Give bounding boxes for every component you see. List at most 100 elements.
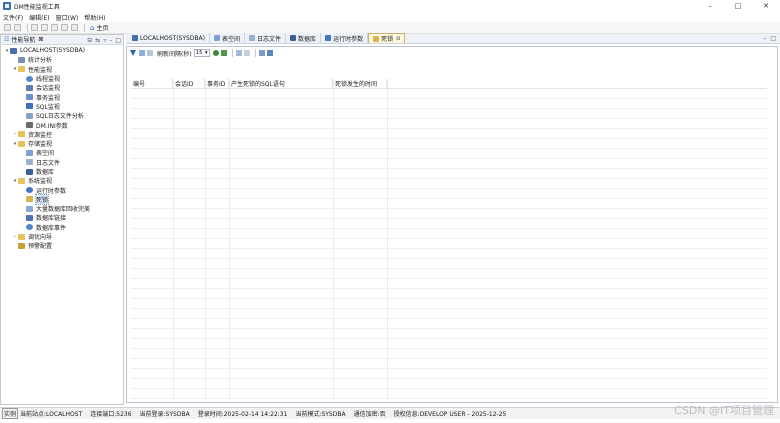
editor-tab[interactable]: 数据库 (286, 33, 322, 43)
status-server-mode: 当前模式:SYSDBA (295, 411, 346, 418)
dmini-icon (26, 122, 33, 129)
maximize-view-icon[interactable]: □ (115, 37, 121, 44)
tree-item[interactable]: 事务监视 (1, 92, 123, 102)
tree-item[interactable]: SQL日志文件分析 (1, 111, 123, 120)
tree-item-label: 性能监视 (28, 66, 53, 74)
tree-item-label: 日志文件 (36, 159, 61, 167)
clear-filter-icon[interactable] (147, 50, 153, 56)
column-header-id[interactable]: 编号 (131, 79, 173, 88)
maximize-editor-icon[interactable]: □ (770, 35, 776, 42)
column-header-transaction-id[interactable]: 事务ID (205, 79, 229, 88)
tree-item[interactable]: 会话监视 (1, 83, 123, 92)
tree-item[interactable]: 数据库 (1, 167, 123, 176)
editor-tab[interactable]: 运行时参数 (321, 33, 369, 43)
alert-config-icon (18, 242, 25, 249)
tree-item-label: 资源监控 (28, 131, 53, 139)
menu-edit[interactable]: 编辑(E) (29, 13, 49, 22)
tree-item[interactable]: › 资源监控 (1, 130, 123, 139)
deadlock-view: 刷新间隔(秒) 15 ▾ 编号 会话ID 事务ID 产生死锁的SQL语句 死锁发… (126, 46, 778, 403)
minimize-view-icon[interactable]: – (109, 37, 112, 44)
link-editor-icon[interactable]: ⇆ (95, 37, 100, 44)
menu-window[interactable]: 窗口(W) (56, 13, 79, 22)
tree-item-label: 存储监视 (28, 141, 53, 149)
new-icon[interactable] (4, 24, 11, 31)
tree-item[interactable]: 大量数据库回收完美 (1, 204, 123, 213)
column-header-session-id[interactable]: 会话ID (173, 79, 205, 88)
print-icon[interactable] (243, 50, 250, 56)
status-site: 当前站点:LOCALHOST (20, 411, 83, 418)
editor-tab[interactable]: 表空间 (210, 33, 246, 43)
tree-item-label: 运行时参数 (36, 187, 67, 195)
view-menu-icon[interactable]: ▿ (103, 37, 106, 44)
tree-item[interactable]: ▾ 性能监视 (1, 65, 123, 74)
open-icon[interactable] (14, 24, 21, 31)
refresh-interval-select[interactable]: 15 ▾ (193, 49, 210, 57)
tree-item[interactable]: 死锁 (1, 193, 123, 205)
tree-item[interactable]: SQL监视 (1, 102, 123, 111)
refresh-icon[interactable] (212, 50, 219, 56)
transaction-monitor-icon (26, 94, 33, 101)
menu-file[interactable]: 文件(F) (3, 13, 23, 22)
collapse-all-icon[interactable]: ⊟ (87, 37, 92, 44)
tablespace-icon (26, 149, 33, 156)
editor-tab[interactable]: 日志文件 (245, 33, 287, 43)
save-all-icon[interactable] (41, 24, 48, 31)
close-button[interactable]: ✕ (752, 0, 780, 12)
tree-item[interactable]: ▾ 系统监视 (1, 176, 123, 185)
edit-filter-icon[interactable] (139, 50, 145, 56)
minimize-button[interactable]: – (696, 0, 724, 12)
export-icon[interactable] (235, 50, 242, 56)
tree-item-label: 调优向导 (28, 234, 53, 242)
tree-item[interactable]: ▾ 存储监视 (1, 139, 123, 148)
tree-item-label: 统计分析 (28, 57, 53, 65)
editor-tab-label: 运行时参数 (333, 35, 364, 43)
menu-bar: 文件(F) 编辑(E) 窗口(W) 帮助(H) (0, 12, 780, 22)
tree-item[interactable]: ▾ LOCALHOST(SYSDBA) (1, 46, 123, 55)
tree-item-label: 表空间 (36, 150, 55, 158)
editor-tabbar: LOCALHOST(SYSDBA) 表空间 日志文件 数据库 运行时参数 死锁 ⊠ – □ (126, 33, 780, 44)
tree-item-label: 线程监视 (36, 76, 61, 84)
navigator-panel: ☷ 性能导航 ⊠ ⊟ ⇆ ▿ – □ ▾ LOCALHOST(SYSDBA) 统计分… (0, 34, 124, 405)
detail-icon[interactable] (266, 50, 273, 56)
dblink-icon (26, 214, 33, 221)
tree-item[interactable]: DM.INI参数 (1, 120, 123, 130)
folder-icon (18, 66, 25, 73)
thread-monitor-icon (26, 75, 33, 82)
tree-item-label: 大量数据库回收完美 (36, 206, 91, 214)
tree-item[interactable]: 数据库链接 (1, 213, 123, 222)
close-tab-icon[interactable]: ⊠ (396, 36, 400, 42)
tree-item[interactable]: 线程监视 (1, 74, 123, 83)
filter-icon[interactable] (130, 50, 136, 56)
tree-item[interactable]: 表空间 (1, 148, 123, 157)
column-header-sql[interactable]: 产生死锁的SQL语句 (229, 79, 333, 88)
home-label: 主页 (96, 25, 109, 32)
home-button[interactable]: ⌂ 主页 (90, 23, 109, 33)
tree-item[interactable]: 数据库事件 (1, 223, 123, 232)
tree-item[interactable]: 日志文件 (1, 158, 123, 167)
menu-help[interactable]: 帮助(H) (84, 13, 105, 22)
navigator-title: 性能导航 (11, 37, 36, 44)
editor-tab[interactable]: 死锁 ⊠ (368, 33, 406, 43)
tree-item[interactable]: 运行时参数 (1, 185, 123, 195)
runtime-param-icon (325, 35, 332, 41)
save-icon[interactable] (31, 24, 38, 31)
maximize-button[interactable]: □ (724, 0, 752, 12)
tree-item[interactable]: › 调优向导 (1, 232, 123, 241)
start-icon[interactable] (220, 50, 227, 56)
column-header-time[interactable]: 死锁发生的时间 (333, 79, 387, 88)
tree-item[interactable]: 预警配置 (1, 241, 123, 250)
back-icon[interactable] (51, 24, 58, 31)
minimize-editor-icon[interactable]: – (763, 35, 766, 42)
editor-tab[interactable]: LOCALHOST(SYSDBA) (128, 33, 211, 43)
close-view-icon[interactable]: ⊠ (38, 36, 43, 43)
refresh-icon[interactable] (71, 24, 78, 31)
editor-tab-label: 日志文件 (257, 35, 282, 43)
copy-icon[interactable] (258, 50, 265, 56)
tree-item[interactable]: 统计分析 (1, 55, 123, 64)
refresh-interval-value: 15 (195, 50, 203, 56)
status-mode-badge: 实例 (2, 408, 19, 419)
deadlock-toolbar: 刷新间隔(秒) 15 ▾ (127, 47, 777, 59)
forward-icon[interactable] (61, 24, 68, 31)
column-divider (333, 79, 334, 399)
status-port: 连接端口:5236 (90, 411, 132, 418)
